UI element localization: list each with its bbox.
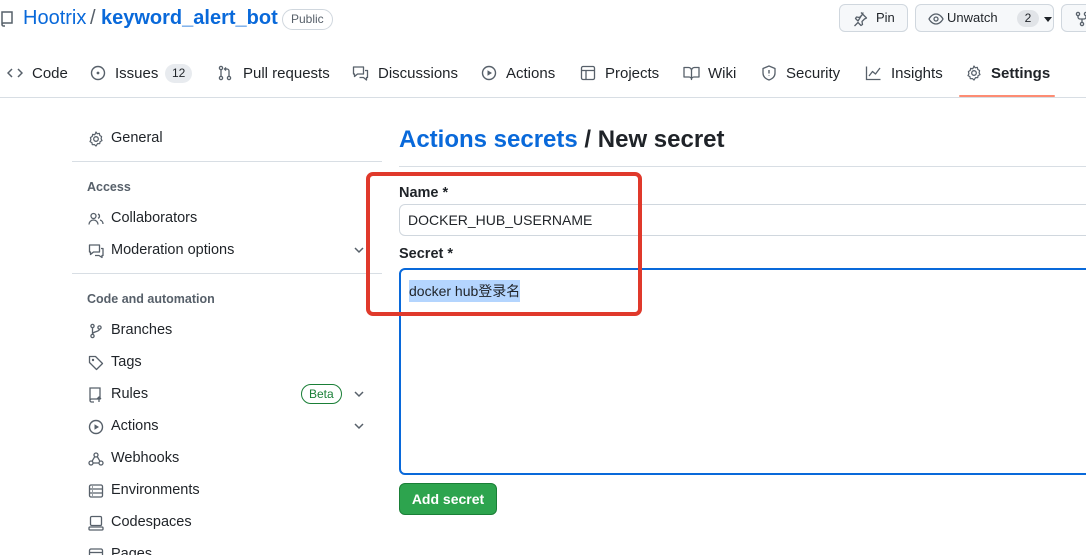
caret-down-icon[interactable] [1044,17,1052,22]
tab-settings[interactable]: Settings [966,50,1050,97]
sidebar-item-moderation-options[interactable]: Moderation options [72,234,372,266]
sidebar-item-label: Branches [111,322,173,338]
sidebar-item-label: Tags [111,354,142,370]
repo-name-link[interactable]: keyword_alert_bot [101,7,278,30]
sidebar-item-codespaces[interactable]: Codespaces [72,506,372,538]
sidebar-item-label: Moderation options [111,242,235,258]
annotation-highlight-box [366,172,642,316]
pull-request-icon [218,65,232,81]
issue-icon [90,65,106,81]
sidebar-item-rules[interactable]: Rules Beta [72,378,372,410]
shield-icon [762,65,776,81]
watch-count: 2 [1017,10,1039,27]
webhook-icon [88,452,104,466]
title-divider [399,166,1086,167]
fork-button[interactable] [1061,4,1086,32]
repo-path-separator: / [90,7,96,29]
graph-icon [865,66,881,81]
pin-button[interactable]: Pin [839,4,908,32]
code-icon [7,68,23,78]
repo-icon [1,11,13,27]
tab-label: Insights [891,65,943,82]
new-secret-form: Actions secrets / New secret Name * Secr… [399,98,1086,555]
sidebar-item-label: Pages [111,546,153,555]
pin-label: Pin [876,10,895,25]
sidebar-item-branches[interactable]: Branches [72,314,372,346]
sidebar-item-environments[interactable]: Environments [72,474,372,506]
comment-discussion-icon [88,244,104,259]
sidebar-divider [72,161,382,162]
unwatch-button[interactable]: Unwatch 2 [915,4,1054,32]
sidebar-item-webhooks[interactable]: Webhooks [72,442,372,474]
tab-insights[interactable]: Insights [865,50,943,97]
add-secret-button[interactable]: Add secret [399,483,497,515]
beta-badge: Beta [301,384,342,404]
gear-icon [967,65,981,81]
codespaces-icon [88,515,104,531]
selected-tab-indicator [959,95,1055,97]
sidebar-item-general[interactable]: General [72,122,372,154]
server-icon [88,484,104,498]
repo-push-icon [89,387,102,403]
sidebar-item-label: Rules [111,386,149,402]
sidebar-heading-access: Access [87,180,131,194]
tag-icon [88,355,104,371]
tab-projects[interactable]: Projects [580,50,660,97]
visibility-badge: Public [282,9,333,30]
sidebar-item-label: Environments [111,482,200,498]
sidebar-item-pages[interactable]: Pages [72,538,372,555]
tab-label: Actions [506,65,556,82]
tab-label: Security [786,65,841,82]
tab-label: Pull requests [243,65,330,82]
unwatch-label: Unwatch [947,10,998,25]
tab-label: Code [32,65,68,82]
sidebar-item-label: Actions [111,418,159,434]
sidebar-item-label: Collaborators [111,210,198,226]
browser-icon [88,548,104,555]
play-icon [481,65,497,81]
issues-count: 12 [165,64,193,83]
tab-wiki[interactable]: Wiki [683,50,738,97]
chevron-down-icon[interactable] [353,420,365,432]
settings-sidebar: General Access Collaborators Moderation … [72,98,382,555]
tab-label: Wiki [708,65,737,82]
fork-icon [1075,11,1086,27]
sidebar-divider [72,273,382,274]
tab-label: Settings [991,65,1051,82]
pin-icon [854,12,868,27]
tab-label: Projects [605,65,660,82]
page-title-current: New secret [597,126,725,153]
repo-owner-link[interactable]: Hootrix [23,7,86,30]
play-icon [88,419,104,435]
tab-code[interactable]: Code [7,50,69,97]
tab-pull-requests[interactable]: Pull requests [217,50,330,97]
sidebar-item-label: Webhooks [111,450,180,466]
gear-icon [89,131,103,147]
chevron-down-icon[interactable] [353,244,365,256]
chevron-down-icon[interactable] [353,388,365,400]
tab-actions[interactable]: Actions [481,50,557,97]
branch-icon [90,323,102,339]
sidebar-item-label: General [111,130,163,146]
sidebar-item-collaborators[interactable]: Collaborators [72,202,372,234]
tab-label: Issues [115,65,159,82]
repo-tabs: Code Issues 12 Pull requests Discussions… [0,50,1086,98]
sidebar-heading-code-automation: Code and automation [87,292,215,306]
breadcrumb-separator: / [584,126,592,153]
table-icon [580,65,596,81]
people-icon [88,212,104,225]
tab-label: Discussions [378,65,459,82]
tab-issues[interactable]: Issues 12 [90,50,195,97]
breadcrumb-actions-secrets[interactable]: Actions secrets [399,126,578,153]
sidebar-item-actions[interactable]: Actions [72,410,372,442]
repo-header: Hootrix / keyword_alert_bot Public Pin U… [0,0,1086,40]
book-icon [683,66,700,81]
page-title: Actions secrets / New secret [399,126,725,154]
sidebar-item-label: Codespaces [111,514,192,530]
sidebar-item-tags[interactable]: Tags [72,346,372,378]
tab-security[interactable]: Security [761,50,841,97]
tab-discussions[interactable]: Discussions [352,50,458,97]
eye-icon [928,13,944,25]
discussion-icon [352,66,369,81]
